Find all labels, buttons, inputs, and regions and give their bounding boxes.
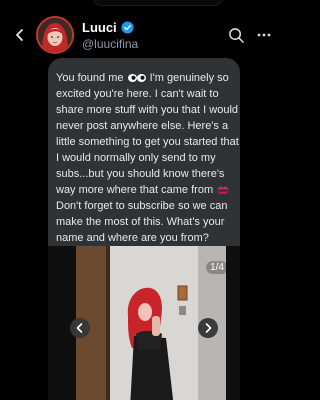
back-icon[interactable] bbox=[11, 26, 29, 44]
more-options-icon[interactable] bbox=[257, 33, 271, 37]
carousel-next-button[interactable] bbox=[198, 318, 218, 338]
search-icon[interactable] bbox=[228, 27, 245, 44]
kiss-mark-emoji-icon bbox=[217, 186, 230, 194]
media-carousel[interactable]: 1/4 bbox=[48, 246, 240, 400]
message-text-part2: I'm genuinely so excited you're here. I … bbox=[56, 72, 239, 196]
display-name[interactable]: Luuci bbox=[82, 20, 117, 35]
eyes-emoji-icon bbox=[127, 74, 146, 83]
username-handle[interactable]: @luucifina bbox=[82, 37, 138, 51]
message-bubble: You found me I'm genuinely so excited yo… bbox=[48, 58, 240, 400]
message-text: You found me I'm genuinely so excited yo… bbox=[56, 70, 240, 246]
avatar[interactable] bbox=[36, 16, 74, 54]
carousel-prev-button[interactable] bbox=[70, 318, 90, 338]
header-name-row: Luuci bbox=[82, 20, 134, 35]
conversation-header: Luuci @luucifina bbox=[0, 0, 287, 64]
verified-badge-icon bbox=[121, 21, 134, 34]
message-text-part1: You found me bbox=[56, 72, 127, 84]
message-text-part3: Don't forget to subscribe so we can make… bbox=[56, 200, 228, 244]
avatar-image bbox=[38, 18, 72, 52]
dm-conversation-screen: Luuci @luucifina You found me I'm genuin… bbox=[0, 0, 287, 400]
media-counter: 1/4 bbox=[206, 261, 228, 274]
